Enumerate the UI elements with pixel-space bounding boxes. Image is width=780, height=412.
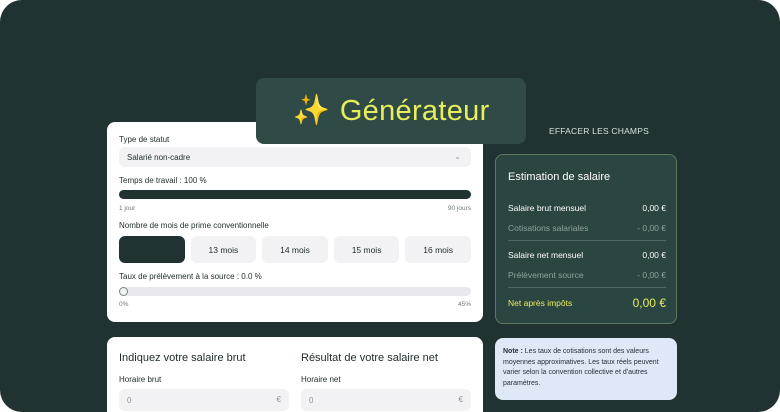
bonus-option-13[interactable]: 13 mois (190, 236, 257, 263)
bonus-option-16[interactable]: 16 mois (405, 236, 471, 263)
gross-hourly-label: Horaire brut (119, 375, 162, 384)
withholding-slider[interactable] (119, 287, 471, 296)
note-box: Note : Les taux de cotisations sont des … (495, 338, 677, 400)
net-after-tax-value: 0,00 € (632, 296, 666, 310)
status-select-value: Salarié non-cadre (127, 153, 191, 162)
estimation-title: Estimation de salaire (508, 171, 611, 183)
divider (508, 287, 666, 288)
gross-hourly-placeholder: 0 (127, 396, 132, 405)
net-hourly-placeholder: 0 (309, 396, 314, 405)
note-bold-label: Note : (503, 348, 523, 355)
withholding-max: 45% (457, 301, 471, 308)
euro-icon: € (458, 395, 463, 404)
net-monthly-value: 0,00 € (642, 250, 666, 260)
generator-title: Générateur (339, 94, 490, 127)
withholding-row-label: Prélèvement source (508, 270, 584, 280)
gross-hourly-input[interactable]: 0 € (119, 389, 289, 411)
status-select[interactable]: Salarié non-cadre ⌄ (119, 147, 471, 167)
contributions-label: Cotisations salariales (508, 223, 589, 233)
gross-monthly-row: Salaire brut mensuel 0,00 € (508, 203, 666, 213)
net-monthly-row: Salaire net mensuel 0,00 € (508, 250, 666, 260)
work-time-max: 90 jours (447, 205, 471, 212)
net-hourly-label: Horaire net (301, 375, 341, 384)
euro-icon: € (276, 395, 281, 404)
withholding-row-value: - 0,00 € (637, 270, 666, 280)
divider (508, 240, 666, 241)
withholding-slider-handle[interactable] (119, 287, 128, 296)
bonus-option-15[interactable]: 15 mois (333, 236, 400, 263)
withholding-label: Taux de prélèvement à la source : 0.0 % (119, 272, 262, 281)
chevron-down-icon: ⌄ (454, 152, 461, 161)
net-hourly-input[interactable]: 0 € (301, 389, 471, 411)
salary-estimation-panel: Estimation de salaire Salaire brut mensu… (495, 154, 677, 324)
net-section-title: Résultat de votre salaire net (301, 352, 438, 364)
withholding-row: Prélèvement source - 0,00 € (508, 270, 666, 280)
net-after-tax-label: Net après impôts (508, 298, 573, 308)
salary-inputs-card: Indiquez votre salaire brut Résultat de … (107, 337, 483, 412)
bonus-label: Nombre de mois de prime conventionnelle (119, 221, 269, 230)
contributions-row: Cotisations salariales - 0,00 € (508, 223, 666, 233)
app-frame: Type de statut Salarié non-cadre ⌄ Temps… (0, 0, 780, 412)
bonus-option-selected[interactable] (119, 236, 185, 263)
bonus-option-14[interactable]: 14 mois (262, 236, 328, 263)
contributions-value: - 0,00 € (637, 223, 666, 233)
note-text: Les taux de cotisations sont des valeurs… (503, 348, 659, 387)
work-time-min: 1 jour (119, 205, 136, 212)
salary-form-card: Type de statut Salarié non-cadre ⌄ Temps… (107, 122, 483, 322)
gross-monthly-value: 0,00 € (642, 203, 666, 213)
work-time-label: Temps de travail : 100 % (119, 176, 207, 185)
net-monthly-label: Salaire net mensuel (508, 250, 584, 260)
gross-monthly-label: Salaire brut mensuel (508, 203, 586, 213)
work-time-slider[interactable] (119, 190, 471, 199)
clear-fields-link[interactable]: EFFACER LES CHAMPS (549, 126, 649, 136)
withholding-min: 0% (119, 301, 129, 308)
net-after-tax-row: Net après impôts 0,00 € (508, 296, 666, 310)
generator-badge: ✨ Générateur (256, 78, 526, 144)
gross-section-title: Indiquez votre salaire brut (119, 352, 246, 364)
sparkles-icon: ✨ (292, 94, 330, 127)
bonus-options: 13 mois 14 mois 15 mois 16 mois (119, 236, 471, 263)
status-label: Type de statut (119, 135, 170, 144)
